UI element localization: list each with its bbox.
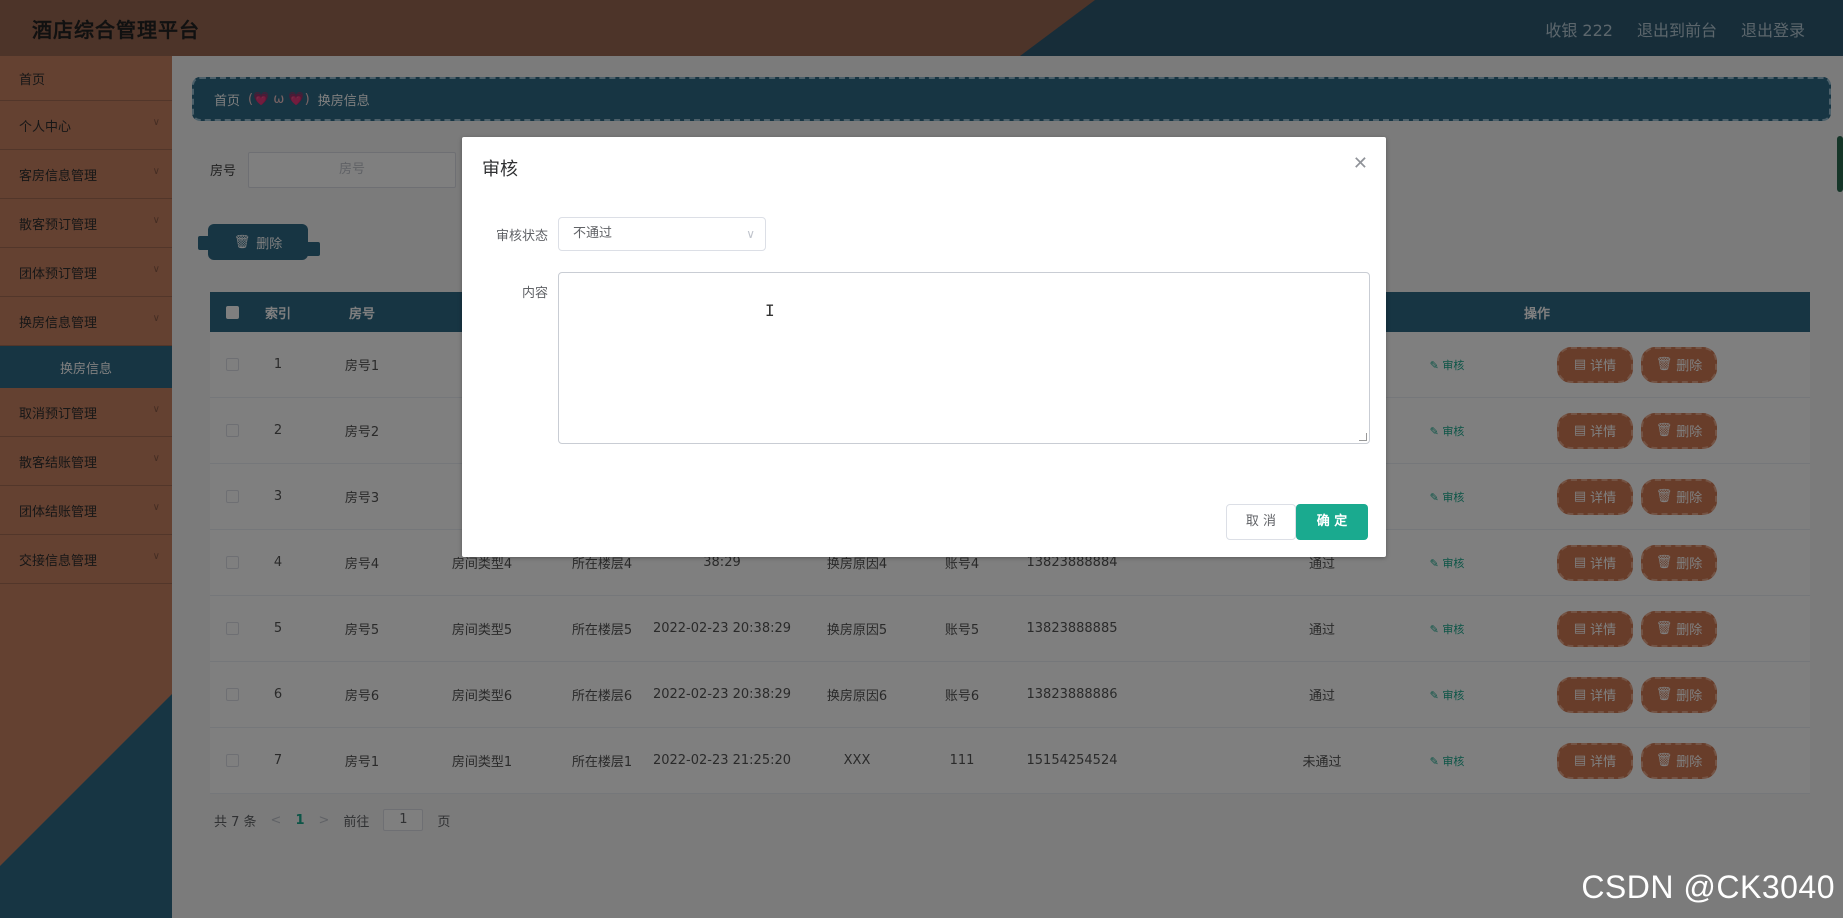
content-label: 内容	[521, 286, 548, 301]
content-textarea[interactable]: I	[558, 272, 1370, 444]
confirm-button[interactable]: 确 定	[1296, 504, 1368, 540]
text-cursor-icon: I	[765, 301, 775, 320]
dialog-title: 审核	[482, 159, 518, 180]
select-value: 不通过	[573, 226, 613, 241]
audit-dialog: 审核 ✕ 审核状态 不通过 ∨ 内容 I 取 消 确 定	[462, 137, 1386, 557]
cancel-button[interactable]: 取 消	[1226, 504, 1296, 540]
audit-status-select[interactable]: 不通过 ∨	[558, 217, 766, 251]
chevron-down-icon: ∨	[746, 227, 755, 241]
close-icon[interactable]: ✕	[1353, 153, 1368, 174]
audit-status-label: 审核状态	[495, 229, 548, 244]
watermark: CSDN @CK3040	[1581, 869, 1835, 905]
resize-handle[interactable]	[1359, 433, 1367, 441]
